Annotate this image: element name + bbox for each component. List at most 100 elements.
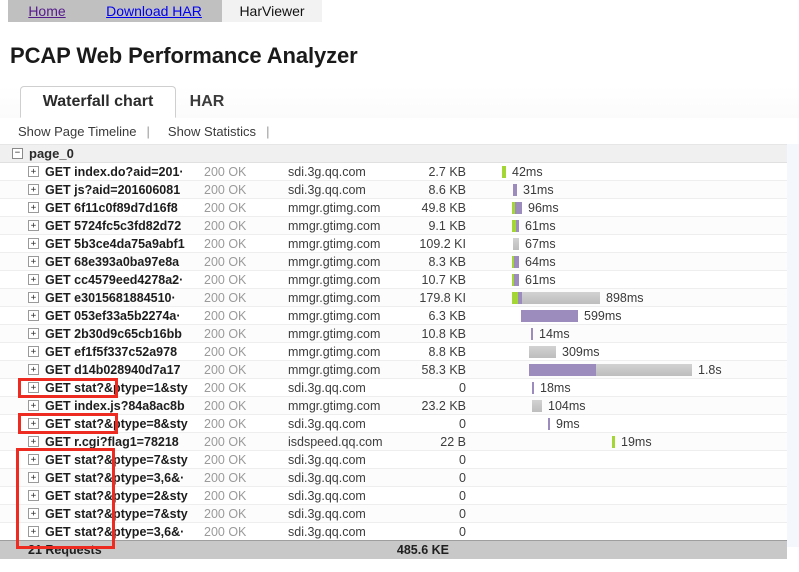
table-row[interactable]: +GET index.do?aid=201·200 OKsdi.3g.qq.co…	[0, 163, 787, 181]
cell-domain: mmgr.gtimg.com	[288, 201, 408, 215]
expand-icon[interactable]: +	[28, 346, 39, 357]
expand-icon[interactable]: +	[28, 526, 39, 537]
cell-timeline: 1.8s	[474, 361, 787, 379]
cell-file: GET 5b3ce4da75a9abf1	[45, 237, 200, 251]
table-row[interactable]: +GET stat?&ptype=7&sty200 OKsdi.3g.qq.co…	[0, 505, 787, 523]
cell-timeline: 61ms	[474, 271, 787, 289]
expand-icon[interactable]: +	[28, 292, 39, 303]
table-row[interactable]: +GET 053ef33a5b2274a·200 OKmmgr.gtimg.co…	[0, 307, 787, 325]
cell-domain: sdi.3g.qq.com	[288, 489, 408, 503]
waterfall-time-label: 309ms	[562, 345, 600, 359]
waterfall-time-label: 42ms	[512, 165, 543, 179]
cell-file: GET stat?&ptype=3,6&·	[45, 525, 200, 539]
nav-home-link[interactable]: Home	[28, 3, 65, 19]
expand-icon[interactable]: +	[28, 184, 39, 195]
cell-timeline: 18ms	[474, 379, 787, 397]
expand-icon[interactable]: +	[28, 202, 39, 213]
waterfall-segment-wait	[514, 274, 519, 286]
cell-size: 2.7 KB	[408, 165, 466, 179]
waterfall-time-label: 599ms	[584, 309, 622, 323]
waterfall-time-label: 898ms	[606, 291, 644, 305]
table-row[interactable]: +GET stat?&ptype=1&sty200 OKsdi.3g.qq.co…	[0, 379, 787, 397]
cell-status: 200 OK	[200, 363, 288, 377]
cell-domain: mmgr.gtimg.com	[288, 273, 408, 287]
table-row[interactable]: +GET e3015681884510·200 OKmmgr.gtimg.com…	[0, 289, 787, 307]
cell-status: 200 OK	[200, 309, 288, 323]
cell-file: GET stat?&ptype=3,6&·	[45, 471, 200, 485]
expand-icon[interactable]: +	[28, 382, 39, 393]
tab-har[interactable]: HAR	[176, 86, 238, 118]
cell-domain: sdi.3g.qq.com	[288, 381, 408, 395]
cell-timeline: 898ms	[474, 289, 787, 307]
waterfall-time-label: 31ms	[523, 183, 554, 197]
table-row[interactable]: +GET index.js?84a8ac8b200 OKmmgr.gtimg.c…	[0, 397, 787, 415]
summary-request-count: 21 Requests	[28, 543, 102, 557]
cell-timeline: 42ms	[474, 163, 787, 181]
page-bottom-filler	[0, 559, 799, 572]
cell-domain: mmgr.gtimg.com	[288, 255, 408, 269]
cell-status: 200 OK	[200, 255, 288, 269]
nav-item-download-har[interactable]: Download HAR	[86, 0, 222, 22]
page-group-label: page_0	[29, 146, 74, 161]
cell-domain: mmgr.gtimg.com	[288, 237, 408, 251]
tab-waterfall-chart[interactable]: Waterfall chart	[20, 86, 176, 118]
cell-file: GET stat?&ptype=7&sty	[45, 453, 200, 467]
table-row[interactable]: +GET cc4579eed4278a2·200 OKmmgr.gtimg.co…	[0, 271, 787, 289]
expand-icon[interactable]: +	[28, 274, 39, 285]
expand-icon[interactable]: +	[28, 220, 39, 231]
collapse-icon[interactable]: −	[12, 148, 23, 159]
expand-icon[interactable]: +	[28, 454, 39, 465]
table-row[interactable]: +GET 5b3ce4da75a9abf1200 OKmmgr.gtimg.co…	[0, 235, 787, 253]
expand-icon[interactable]: +	[28, 364, 39, 375]
nav-item-home[interactable]: Home	[8, 0, 86, 22]
cell-size: 109.2 KI	[408, 237, 466, 251]
table-row[interactable]: +GET d14b028940d7a17200 OKmmgr.gtimg.com…	[0, 361, 787, 379]
expand-icon[interactable]: +	[28, 490, 39, 501]
nav-item-harviewer[interactable]: HarViewer	[222, 0, 322, 22]
cell-size: 0	[408, 417, 466, 431]
cell-domain: mmgr.gtimg.com	[288, 399, 408, 413]
expand-icon[interactable]: +	[28, 436, 39, 447]
table-row[interactable]: +GET stat?&ptype=8&sty200 OKsdi.3g.qq.co…	[0, 415, 787, 433]
expand-icon[interactable]: +	[28, 238, 39, 249]
show-page-timeline-link[interactable]: Show Page Timeline	[18, 124, 137, 139]
table-row[interactable]: +GET stat?&ptype=2&sty200 OKsdi.3g.qq.co…	[0, 487, 787, 505]
expand-icon[interactable]: +	[28, 508, 39, 519]
expand-icon[interactable]: +	[28, 472, 39, 483]
waterfall-time-label: 14ms	[539, 327, 570, 341]
cell-size: 8.3 KB	[408, 255, 466, 269]
expand-icon[interactable]: +	[28, 310, 39, 321]
table-row[interactable]: +GET stat?&ptype=3,6&·200 OKsdi.3g.qq.co…	[0, 469, 787, 487]
expand-icon[interactable]: +	[28, 256, 39, 267]
cell-timeline: 104ms	[474, 397, 787, 415]
cell-timeline	[474, 523, 787, 541]
cell-size: 0	[408, 525, 466, 539]
table-row[interactable]: +GET 6f11c0f89d7d16f8200 OKmmgr.gtimg.co…	[0, 199, 787, 217]
cell-size: 0	[408, 381, 466, 395]
expand-icon[interactable]: +	[28, 400, 39, 411]
table-row[interactable]: +GET 5724fc5c3fd82d72200 OKmmgr.gtimg.co…	[0, 217, 787, 235]
show-statistics-link[interactable]: Show Statistics	[168, 124, 256, 139]
expand-icon[interactable]: +	[28, 166, 39, 177]
waterfall-bar: 19ms	[612, 433, 652, 451]
page-group-row[interactable]: − page_0	[0, 145, 787, 163]
cell-size: 0	[408, 507, 466, 521]
cell-domain: mmgr.gtimg.com	[288, 345, 408, 359]
cell-status: 200 OK	[200, 471, 288, 485]
table-row[interactable]: +GET js?aid=201606081200 OKsdi.3g.qq.com…	[0, 181, 787, 199]
waterfall-bar: 898ms	[512, 289, 644, 307]
table-row[interactable]: +GET 2b30d9c65cb16bb200 OKmmgr.gtimg.com…	[0, 325, 787, 343]
cell-status: 200 OK	[200, 525, 288, 539]
expand-icon[interactable]: +	[28, 328, 39, 339]
table-row[interactable]: +GET r.cgi?flag1=78218200 OKisdspeed.qq.…	[0, 433, 787, 451]
cell-domain: sdi.3g.qq.com	[288, 453, 408, 467]
table-row[interactable]: +GET stat?&ptype=7&sty200 OKsdi.3g.qq.co…	[0, 451, 787, 469]
nav-download-har-link[interactable]: Download HAR	[106, 3, 202, 19]
expand-icon[interactable]: +	[28, 418, 39, 429]
cell-timeline: 67ms	[474, 235, 787, 253]
cell-timeline: 64ms	[474, 253, 787, 271]
table-row[interactable]: +GET ef1f5f337c52a978200 OKmmgr.gtimg.co…	[0, 343, 787, 361]
toolbar-separator-1: |	[147, 124, 150, 139]
table-row[interactable]: +GET 68e393a0ba97e8a200 OKmmgr.gtimg.com…	[0, 253, 787, 271]
table-row[interactable]: +GET stat?&ptype=3,6&·200 OKsdi.3g.qq.co…	[0, 523, 787, 541]
